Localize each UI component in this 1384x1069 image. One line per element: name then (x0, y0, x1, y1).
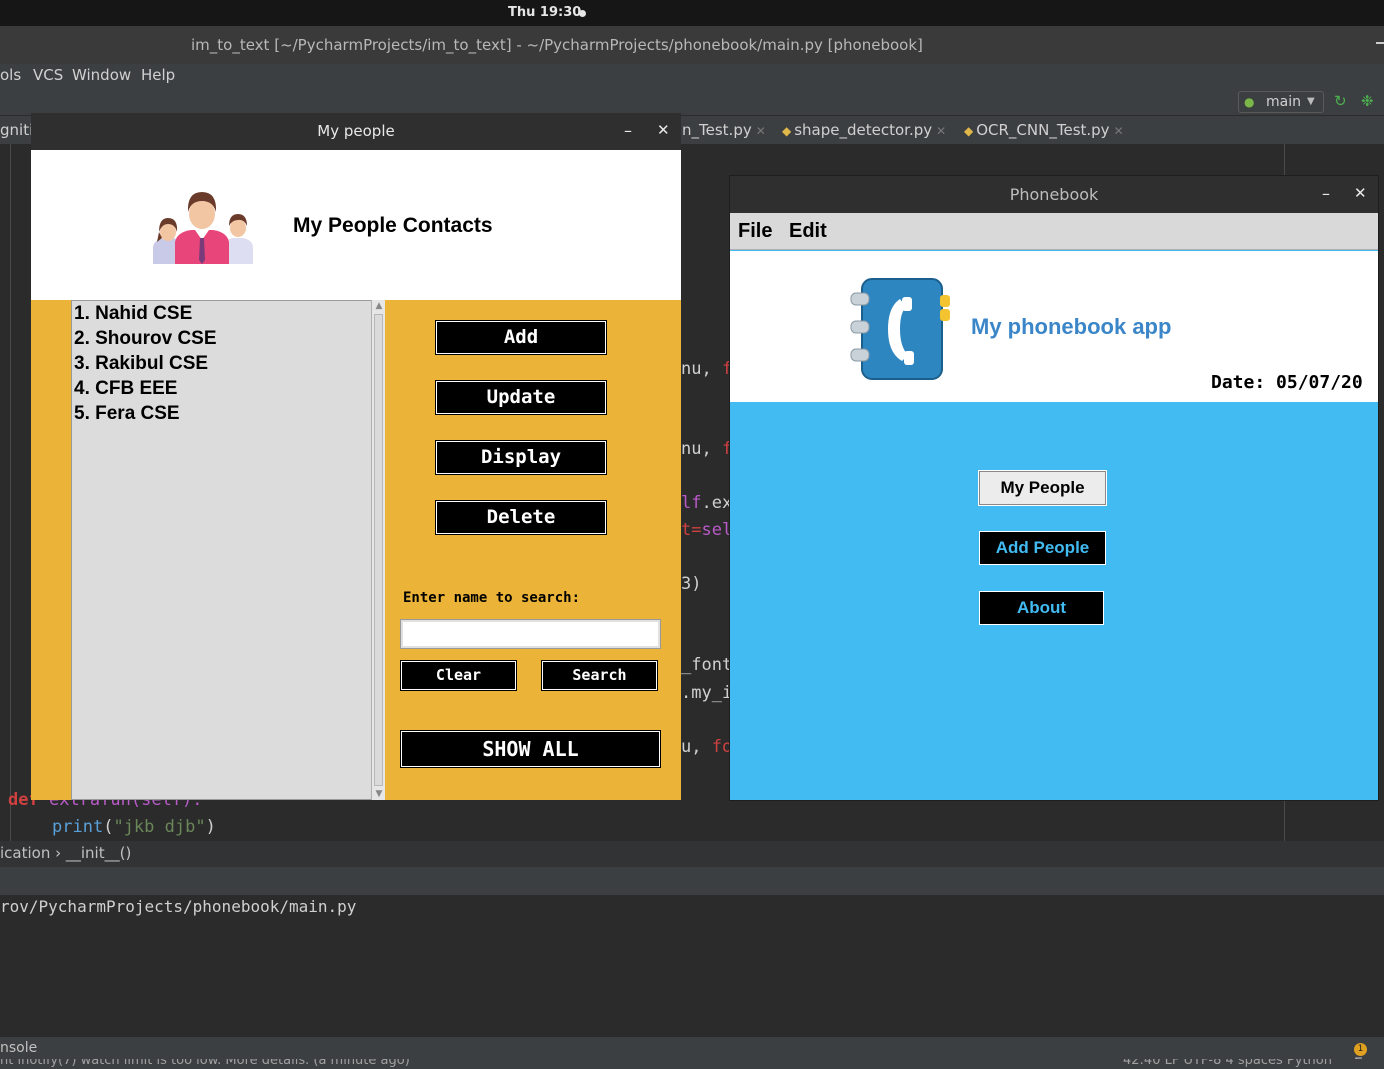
branch-selector[interactable]: ● main ▼ (1238, 91, 1324, 113)
ide-window-title: im_to_text [~/PycharmProjects/im_to_text… (191, 36, 923, 54)
code-line-print: print("jkb djb") (52, 817, 216, 837)
close-icon[interactable]: ✕ (756, 124, 766, 138)
display-button[interactable]: Display (435, 440, 607, 475)
close-icon[interactable]: ✕ (936, 124, 946, 138)
rerun-icon[interactable]: ↻ (1334, 92, 1347, 110)
search-label: Enter name to search: (403, 590, 581, 606)
branch-name: main (1266, 94, 1301, 110)
menu-tools[interactable]: ols (0, 66, 21, 84)
ide-menu-bar: ols VCS Window Help (0, 64, 1384, 88)
add-button[interactable]: Add (435, 320, 607, 355)
tab-shape-detector[interactable]: ◆ shape_detector.py ✕ (782, 121, 946, 139)
contact-list-item[interactable]: 4. CFB EEE (72, 376, 372, 401)
people-heading: My People Contacts (293, 214, 493, 237)
tool-window-tabs: nsole 1Ev (0, 1037, 1384, 1069)
contact-list-item[interactable]: 3. Rakibul CSE (72, 351, 372, 376)
minimize-icon[interactable]: – (1322, 184, 1330, 203)
code-fragment: t=sel (681, 520, 733, 540)
contact-list-item[interactable]: 1. Nahid CSE (72, 301, 372, 326)
close-icon[interactable]: ✕ (657, 121, 670, 139)
code-fragment: lf.ex (681, 493, 733, 513)
tab-console[interactable]: nsole (0, 1040, 37, 1056)
status-bar: nt inotify(7) watch limit is too low. Mo… (0, 1059, 1384, 1069)
show-all-button[interactable]: SHOW ALL (400, 730, 661, 768)
event-count-badge: 1 (1354, 1043, 1367, 1056)
contact-list-item[interactable]: 5. Fera CSE (72, 401, 372, 426)
app-title: My phonebook app (971, 314, 1172, 339)
scroll-down-icon[interactable]: ▼ (373, 788, 385, 800)
code-fragment: nu, f (681, 359, 733, 379)
tab-ocr-cnn-test[interactable]: ◆ OCR_CNN_Test.py ✕ (964, 121, 1124, 139)
code-fragment: _font (681, 655, 733, 675)
run-panel-header (0, 867, 1384, 895)
phonebook-icon (850, 278, 950, 380)
people-group-icon (153, 192, 253, 264)
clock[interactable]: Thu 19:30 (508, 5, 581, 20)
python-file-icon: ◆ (782, 124, 792, 138)
notification-dot-icon (579, 10, 586, 17)
delete-button[interactable]: Delete (435, 500, 607, 535)
add-people-button[interactable]: Add People (979, 531, 1106, 565)
status-info[interactable]: 42:40 LF UTF-8 4 spaces Python (1123, 1059, 1332, 1068)
close-icon[interactable]: ✕ (1354, 184, 1367, 202)
phonebook-window: Phonebook – ✕ File Edit My phonebook app (729, 175, 1379, 801)
phonebook-window-title: Phonebook (1009, 185, 1099, 204)
python-file-icon: ◆ (964, 124, 974, 138)
menu-help[interactable]: Help (141, 66, 175, 84)
minimize-icon[interactable]: – (624, 121, 632, 140)
phonebook-title-bar[interactable]: Phonebook – ✕ (730, 176, 1378, 213)
maximize-icon[interactable] (1376, 42, 1384, 44)
search-input[interactable] (400, 619, 661, 649)
ide-window-title-bar: im_to_text [~/PycharmProjects/im_to_text… (0, 26, 1384, 64)
code-fragment: .my_i (681, 683, 733, 703)
menu-file[interactable]: File (738, 220, 772, 243)
phonebook-header: My phonebook app Date: 05/07/20 (730, 251, 1378, 402)
ide-toolbar: ● main ▼ ↻ ❉ (0, 88, 1384, 116)
run-console[interactable]: rov/PycharmProjects/phonebook/main.py (0, 895, 1384, 1037)
my-people-window-title: My people (317, 122, 395, 140)
date-label: Date: 05/07/20 (1211, 372, 1363, 393)
chevron-down-icon: ▼ (1307, 96, 1315, 107)
menu-window[interactable]: Window (72, 66, 131, 84)
breadcrumb[interactable]: ication › __init__() (0, 841, 1384, 867)
code-fragment: nu, f (681, 439, 733, 459)
contacts-listbox[interactable]: 1. Nahid CSE 2. Shourov CSE 3. Rakibul C… (71, 300, 373, 800)
my-people-title-bar[interactable]: My people – ✕ (31, 113, 681, 150)
clear-button[interactable]: Clear (400, 660, 517, 691)
gutter-divider (10, 144, 11, 841)
contacts-scrollbar[interactable]: ▲ ▼ (371, 300, 385, 800)
menu-vcs[interactable]: VCS (33, 66, 63, 84)
my-people-window: My people – ✕ My People Contacts 1. Nahi… (31, 113, 681, 800)
people-header: My People Contacts (31, 150, 681, 300)
scrollbar-thumb[interactable] (374, 314, 383, 786)
code-fragment: 3) (681, 574, 702, 594)
system-top-bar: Thu 19:30 (0, 0, 1384, 26)
debug-icon[interactable]: ❉ (1361, 92, 1374, 110)
menu-edit[interactable]: Edit (789, 220, 827, 243)
code-fragment: u, fo (681, 737, 733, 757)
tab-test[interactable]: n_Test.py ✕ (682, 121, 766, 139)
my-people-button[interactable]: My People (978, 470, 1107, 506)
close-icon[interactable]: ✕ (1114, 124, 1124, 138)
git-branch-icon: ● (1244, 95, 1255, 109)
search-button[interactable]: Search (541, 660, 658, 691)
scroll-up-icon[interactable]: ▲ (373, 300, 385, 312)
desktop: Thu 19:30 im_to_text [~/PycharmProjects/… (0, 0, 1384, 1069)
console-output: rov/PycharmProjects/phonebook/main.py (0, 897, 357, 916)
about-button[interactable]: About (979, 591, 1104, 625)
contact-list-item[interactable]: 2. Shourov CSE (72, 326, 372, 351)
status-message[interactable]: nt inotify(7) watch limit is too low. Mo… (0, 1059, 410, 1068)
phonebook-menu-bar: File Edit (730, 213, 1378, 250)
update-button[interactable]: Update (435, 380, 607, 415)
